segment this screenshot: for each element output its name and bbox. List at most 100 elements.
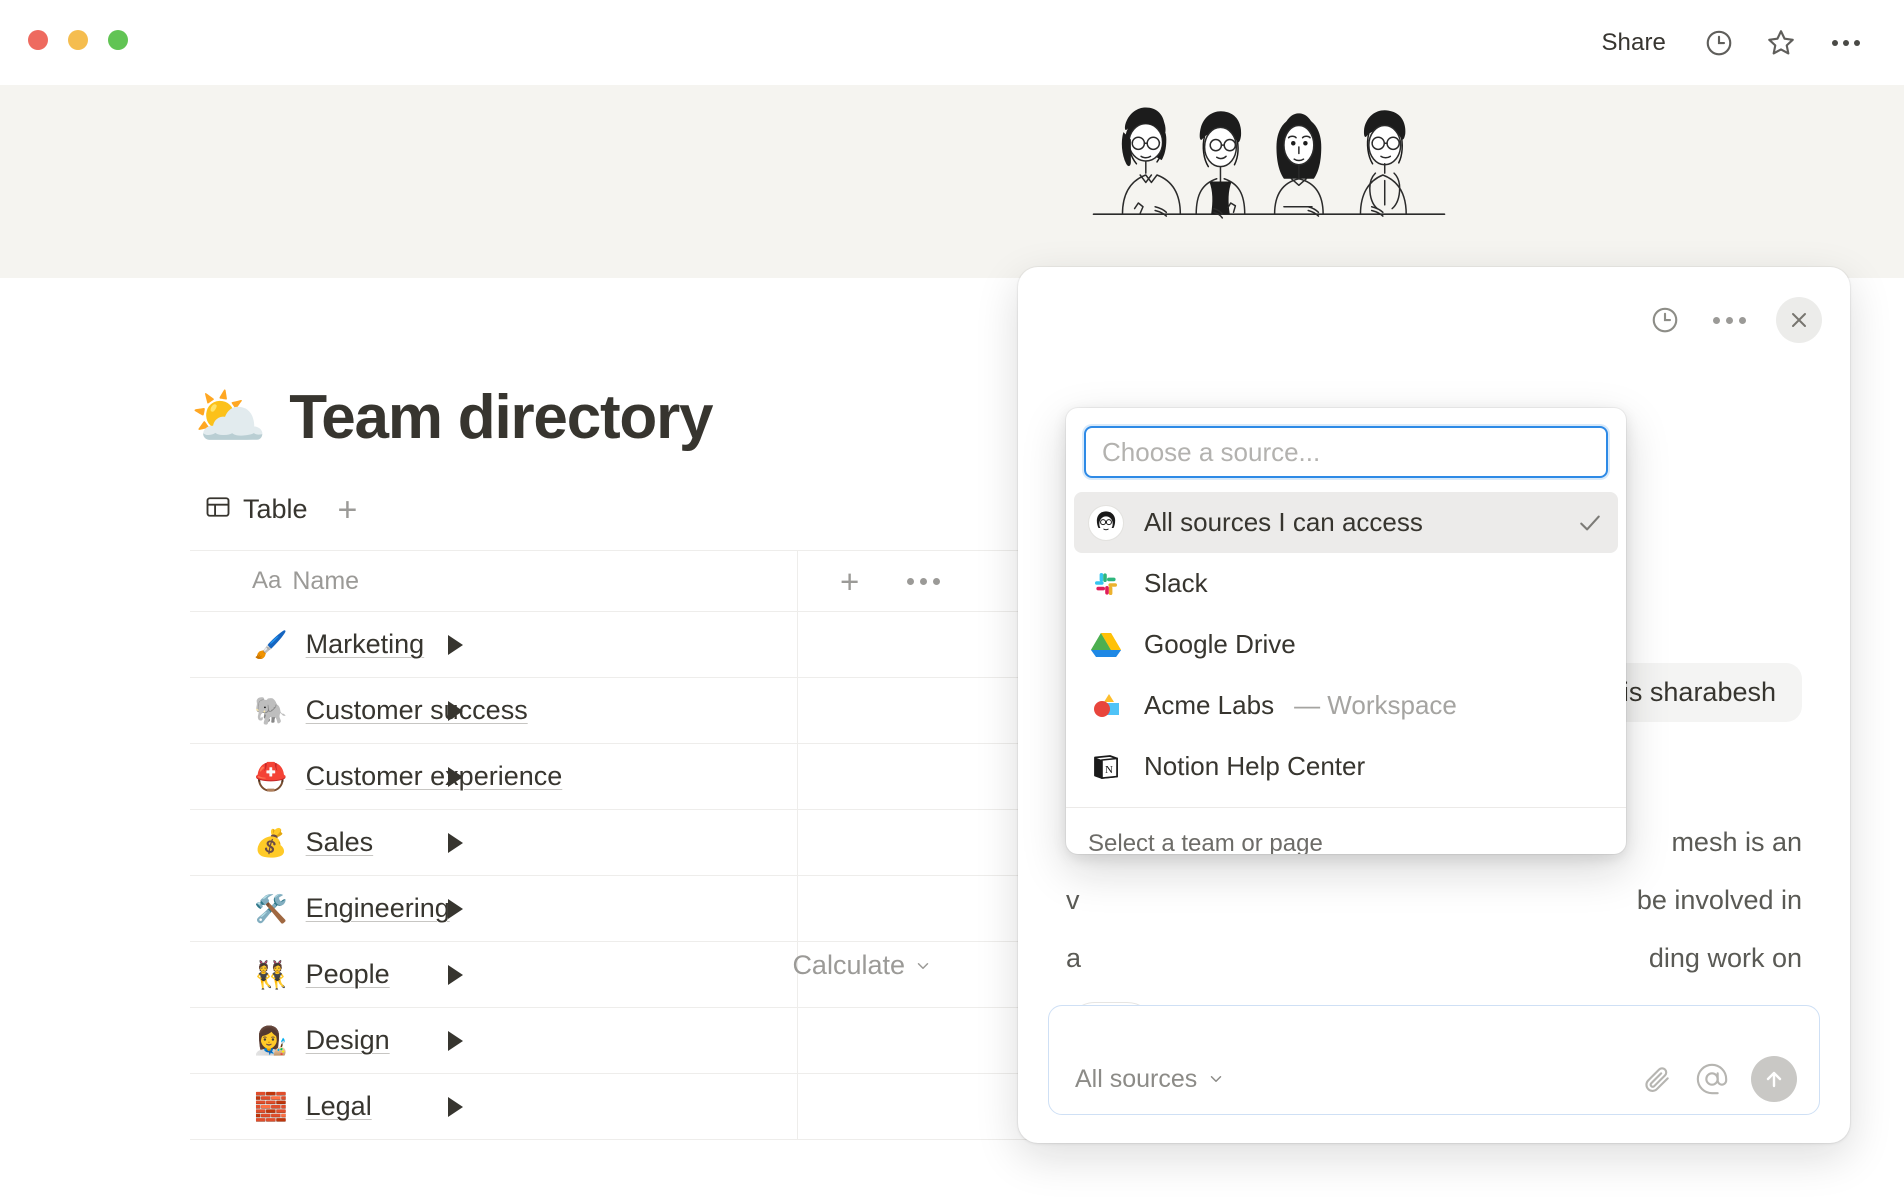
- row-name-link[interactable]: Engineering: [306, 893, 450, 924]
- row-expand-toggle-icon[interactable]: [448, 899, 463, 919]
- slack-icon: [1088, 566, 1124, 602]
- add-column-button[interactable]: +: [840, 565, 859, 598]
- assistant-composer[interactable]: All sources: [1048, 1005, 1820, 1115]
- row-name-link[interactable]: Customer success: [306, 695, 528, 726]
- table-row[interactable]: 🐘Customer success: [190, 678, 1090, 744]
- user-avatar-icon: [1088, 505, 1124, 541]
- share-button[interactable]: Share: [1593, 25, 1674, 61]
- tab-table-label: Table: [243, 494, 308, 525]
- window-close-button[interactable]: [28, 30, 48, 50]
- chevron-down-icon: [1207, 1070, 1225, 1088]
- source-option-slack[interactable]: Slack: [1074, 553, 1618, 614]
- topbar-actions: Share: [1593, 0, 1866, 85]
- check-icon: [1576, 509, 1604, 537]
- source-option-label: Acme Labs: [1144, 690, 1274, 721]
- calculate-button[interactable]: Calculate: [792, 950, 932, 981]
- row-expand-toggle-icon[interactable]: [448, 833, 463, 853]
- add-view-button[interactable]: +: [332, 493, 364, 527]
- window-maximize-button[interactable]: [108, 30, 128, 50]
- table-footer: Calculate: [190, 950, 1090, 981]
- answer-line: ding work on: [1637, 929, 1802, 987]
- row-emoji-icon: 🖌️: [254, 629, 288, 661]
- row-expand-toggle-icon[interactable]: [448, 635, 463, 655]
- history-clock-icon[interactable]: [1702, 26, 1736, 60]
- source-option-google-drive[interactable]: Google Drive: [1074, 614, 1618, 675]
- source-option-notion-help-center[interactable]: N Notion Help Center: [1074, 736, 1618, 797]
- page-title-row: ⛅ Team directory: [190, 382, 712, 453]
- assistant-panel-header: [1647, 297, 1822, 343]
- more-options-icon[interactable]: [1705, 309, 1754, 332]
- table-cell-name[interactable]: 💰Sales: [190, 810, 798, 875]
- google-drive-icon: [1088, 627, 1124, 663]
- google-drive-icon: [1090, 629, 1122, 661]
- row-name-link[interactable]: Legal: [306, 1091, 372, 1122]
- table-cell-name[interactable]: 🐘Customer success: [190, 678, 798, 743]
- dropdown-section-label: Select a team or page: [1066, 808, 1626, 854]
- row-expand-toggle-icon[interactable]: [448, 1031, 463, 1051]
- table-options-icon[interactable]: [907, 578, 940, 585]
- history-clock-icon[interactable]: [1647, 302, 1683, 338]
- row-name-link[interactable]: Customer experience: [306, 761, 563, 792]
- composer-bottom-bar: All sources: [1049, 1044, 1819, 1114]
- row-name-link[interactable]: Design: [306, 1025, 390, 1056]
- tab-table[interactable]: Table: [200, 490, 312, 529]
- row-expand-toggle-icon[interactable]: [448, 1097, 463, 1117]
- acme-labs-icon: [1090, 690, 1122, 722]
- table-row[interactable]: ⛑️Customer experience: [190, 744, 1090, 810]
- table-header-name-cell[interactable]: Aa Name: [190, 551, 798, 611]
- source-option-acme-labs[interactable]: Acme Labs — Workspace: [1074, 675, 1618, 736]
- table-cell-name[interactable]: 🧱 Legal: [190, 1074, 798, 1139]
- row-expand-toggle-icon[interactable]: [448, 701, 463, 721]
- row-name-link[interactable]: Marketing: [306, 629, 425, 660]
- table-rows: 🖌️ Marketing 🐘Customer success⛑️Customer e…: [190, 612, 1090, 1140]
- four-people-line-art: [1089, 91, 1449, 231]
- row-emoji-icon: 🧱: [254, 1091, 288, 1123]
- table: Aa Name + 🖌️ Marketing 🐘Customer success⛑️…: [190, 550, 1090, 1140]
- row-expand-toggle-icon[interactable]: [448, 767, 463, 787]
- mention-icon[interactable]: [1695, 1062, 1729, 1096]
- table-row[interactable]: 🧱 Legal: [190, 1074, 1090, 1140]
- source-option-all-sources-i-can-access[interactable]: All sources I can access: [1074, 492, 1618, 553]
- source-option-sublabel: — Workspace: [1294, 690, 1457, 721]
- attachment-icon[interactable]: [1641, 1063, 1673, 1095]
- app-window: Share: [0, 0, 1904, 1200]
- answer-line: be involved in: [1637, 871, 1802, 929]
- table-row[interactable]: 👩‍🎨Design: [190, 1008, 1090, 1074]
- row-name-link[interactable]: Sales: [306, 827, 374, 858]
- table-cell-name[interactable]: ⛑️Customer experience: [190, 744, 798, 809]
- view-bar: Table +: [200, 490, 363, 529]
- source-option-label: Notion Help Center: [1144, 751, 1365, 782]
- calculate-label: Calculate: [792, 950, 905, 981]
- table-cell-name[interactable]: 👩‍🎨Design: [190, 1008, 798, 1073]
- table-row[interactable]: 💰Sales: [190, 810, 1090, 876]
- source-dropdown: Choose a source... All sources I can acc…: [1066, 408, 1626, 854]
- answer-line: mesh is an: [1637, 813, 1802, 871]
- source-selector-label: All sources: [1075, 1065, 1197, 1094]
- star-icon[interactable]: [1764, 26, 1798, 60]
- table-header-name-label: Name: [292, 567, 359, 596]
- row-emoji-icon: 🛠️: [254, 893, 288, 925]
- more-options-icon[interactable]: [1826, 34, 1866, 52]
- chevron-down-icon: [914, 957, 932, 975]
- source-selector-chip[interactable]: All sources: [1075, 1065, 1225, 1094]
- source-option-label: Google Drive: [1144, 629, 1296, 660]
- window-traffic-lights: [28, 30, 128, 50]
- text-type-icon: Aa: [252, 567, 281, 595]
- source-search-placeholder: Choose a source...: [1102, 437, 1320, 468]
- source-option-label: Slack: [1144, 568, 1208, 599]
- table-icon: [204, 493, 232, 526]
- source-option-label: All sources I can access: [1144, 507, 1423, 538]
- page-emoji-icon[interactable]: ⛅: [190, 387, 267, 449]
- table-header-row: Aa Name +: [190, 550, 1090, 612]
- table-cell-name[interactable]: 🖌️ Marketing: [190, 612, 798, 677]
- source-search-field[interactable]: Choose a source...: [1084, 426, 1608, 478]
- notion-icon: N: [1090, 751, 1122, 783]
- table-row[interactable]: 🖌️ Marketing: [190, 612, 1090, 678]
- table-cell-name[interactable]: 🛠️ Engineering: [190, 876, 798, 941]
- table-row[interactable]: 🛠️ Engineering: [190, 876, 1090, 942]
- window-minimize-button[interactable]: [68, 30, 88, 50]
- assistant-answer-text-right: mesh is an be involved in ding work on: [1637, 755, 1802, 987]
- window-titlebar: Share: [0, 0, 1904, 85]
- send-icon[interactable]: [1751, 1056, 1797, 1102]
- close-icon[interactable]: [1776, 297, 1822, 343]
